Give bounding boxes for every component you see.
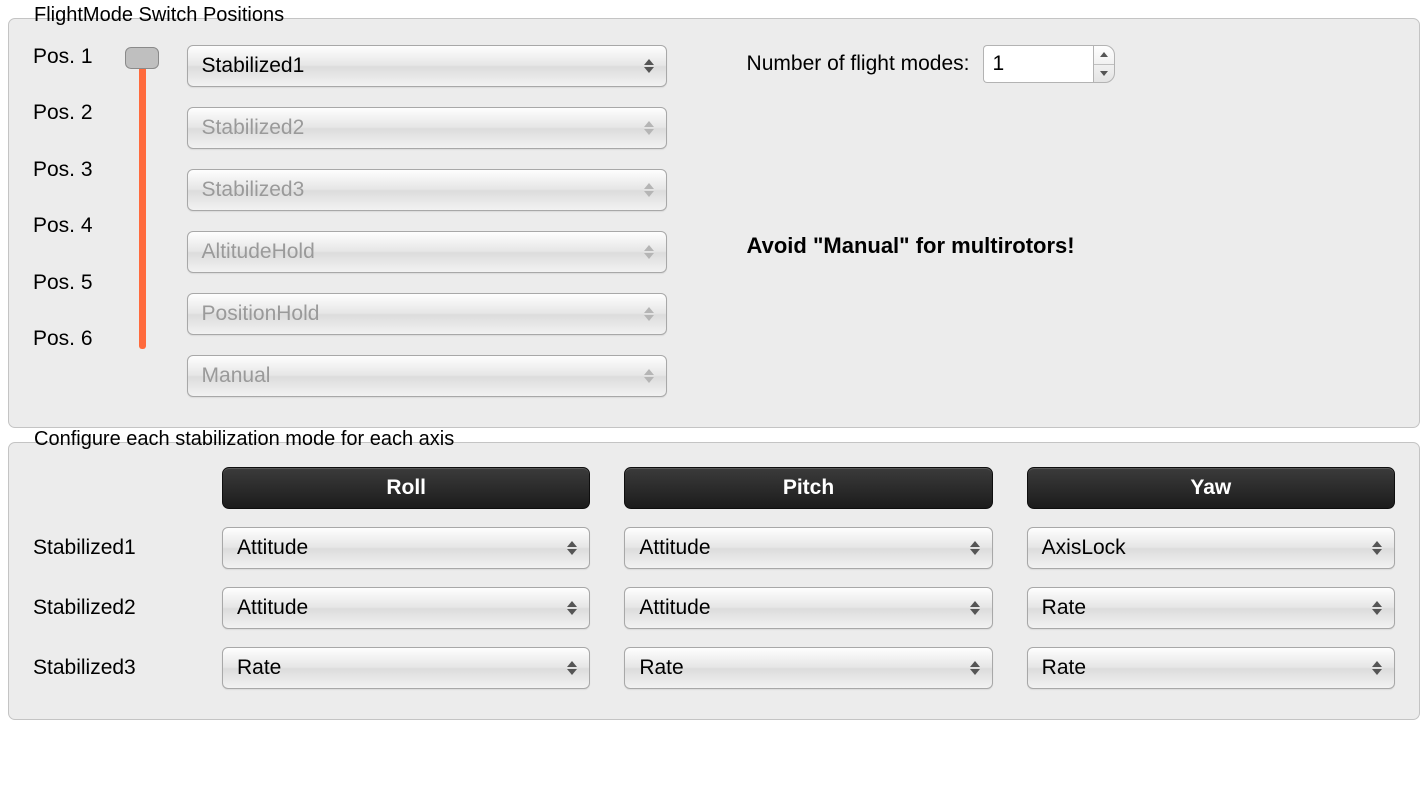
chevron-down-icon	[1100, 71, 1108, 76]
axis-header-pitch: Pitch	[624, 467, 992, 509]
pos6-mode-value: Manual	[202, 364, 271, 388]
pos4-mode-select: AltitudeHold	[187, 231, 667, 273]
stabilized1-roll-value: Attitude	[237, 536, 308, 560]
num-modes-spinbox[interactable]	[983, 45, 1115, 83]
pos-label-2: Pos. 2	[33, 99, 93, 127]
updown-icon	[1372, 537, 1386, 559]
stabilized2-yaw-select[interactable]: Rate	[1027, 587, 1395, 629]
spin-up-button[interactable]	[1094, 46, 1114, 64]
updown-icon	[644, 55, 658, 77]
stabilized1-pitch-value: Attitude	[639, 536, 710, 560]
stabilized2-yaw-value: Rate	[1042, 596, 1086, 620]
updown-icon	[644, 365, 658, 387]
pos-label-5: Pos. 5	[33, 269, 93, 297]
slider-track	[139, 59, 146, 349]
slider-thumb[interactable]	[125, 47, 159, 69]
stabilized2-pitch-select[interactable]: Attitude	[624, 587, 992, 629]
axis-header-yaw: Yaw	[1027, 467, 1395, 509]
updown-icon	[567, 597, 581, 619]
num-modes-input[interactable]	[983, 45, 1093, 83]
stabilized3-yaw-select[interactable]: Rate	[1027, 647, 1395, 689]
pos-label-1: Pos. 1	[33, 43, 93, 71]
pos1-mode-value: Stabilized1	[202, 54, 305, 78]
pos-label-4: Pos. 4	[33, 212, 93, 240]
pos5-mode-select: PositionHold	[187, 293, 667, 335]
pos4-mode-value: AltitudeHold	[202, 240, 315, 264]
updown-icon	[567, 657, 581, 679]
pos2-mode-select: Stabilized2	[187, 107, 667, 149]
num-modes-label: Number of flight modes:	[747, 52, 970, 76]
stabilized3-pitch-value: Rate	[639, 656, 683, 680]
stabilization-groupbox: Configure each stabilization mode for ea…	[8, 442, 1420, 720]
stabilization-title: Configure each stabilization mode for ea…	[28, 428, 460, 451]
pos6-mode-select: Manual	[187, 355, 667, 397]
updown-icon	[1372, 657, 1386, 679]
flightmode-title: FlightMode Switch Positions	[28, 4, 290, 27]
stabilized3-roll-select[interactable]: Rate	[222, 647, 590, 689]
spin-down-button[interactable]	[1094, 64, 1114, 83]
manual-warning: Avoid "Manual" for multirotors!	[747, 233, 1395, 259]
position-slider[interactable]	[135, 49, 145, 349]
pos3-mode-value: Stabilized3	[202, 178, 305, 202]
flightmode-groupbox: FlightMode Switch Positions Pos. 1 Pos. …	[8, 18, 1420, 428]
updown-icon	[567, 537, 581, 559]
stabilized3-pitch-select[interactable]: Rate	[624, 647, 992, 689]
stabilized2-roll-select[interactable]: Attitude	[222, 587, 590, 629]
stabilized1-pitch-select[interactable]: Attitude	[624, 527, 992, 569]
pos5-mode-value: PositionHold	[202, 302, 320, 326]
stabilized1-yaw-select[interactable]: AxisLock	[1027, 527, 1395, 569]
updown-icon	[1372, 597, 1386, 619]
stabilized2-roll-value: Attitude	[237, 596, 308, 620]
pos-label-3: Pos. 3	[33, 156, 93, 184]
updown-icon	[644, 303, 658, 325]
pos-label-6: Pos. 6	[33, 325, 93, 353]
stabilized1-roll-select[interactable]: Attitude	[222, 527, 590, 569]
updown-icon	[644, 117, 658, 139]
stabilized2-pitch-value: Attitude	[639, 596, 710, 620]
stabilized3-yaw-value: Rate	[1042, 656, 1086, 680]
pos3-mode-select: Stabilized3	[187, 169, 667, 211]
position-labels: Pos. 1 Pos. 2 Pos. 3 Pos. 4 Pos. 5 Pos. …	[33, 43, 93, 353]
row-label-stabilized1: Stabilized1	[33, 536, 188, 560]
updown-icon	[644, 179, 658, 201]
pos2-mode-value: Stabilized2	[202, 116, 305, 140]
stabilized3-roll-value: Rate	[237, 656, 281, 680]
row-label-stabilized2: Stabilized2	[33, 596, 188, 620]
axis-header-roll: Roll	[222, 467, 590, 509]
chevron-up-icon	[1100, 52, 1108, 57]
updown-icon	[970, 597, 984, 619]
stabilized1-yaw-value: AxisLock	[1042, 536, 1126, 560]
pos1-mode-select[interactable]: Stabilized1	[187, 45, 667, 87]
updown-icon	[970, 657, 984, 679]
updown-icon	[644, 241, 658, 263]
updown-icon	[970, 537, 984, 559]
row-label-stabilized3: Stabilized3	[33, 656, 188, 680]
